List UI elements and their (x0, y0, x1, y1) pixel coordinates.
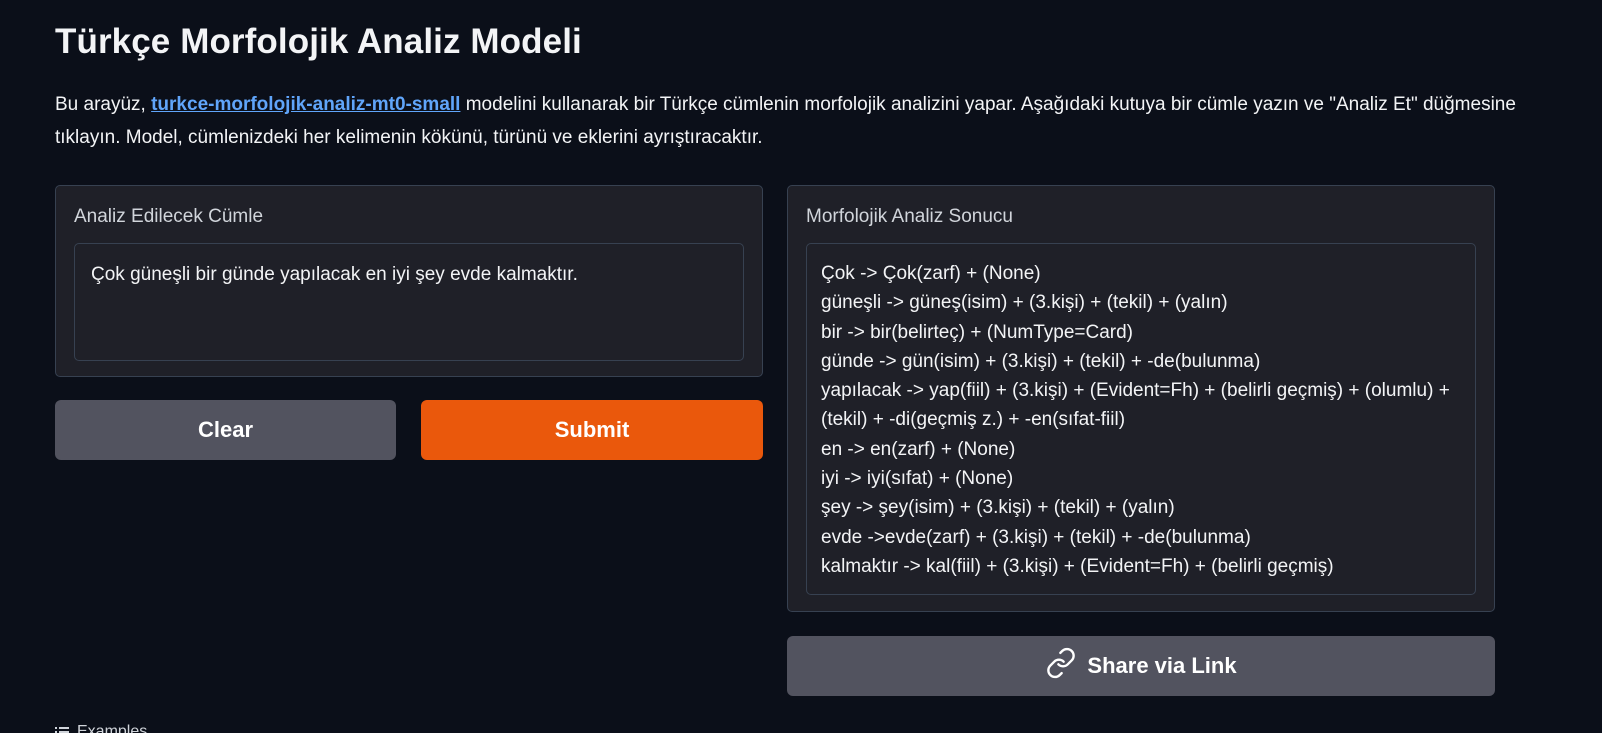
share-label: Share via Link (1087, 653, 1237, 678)
output-line: iyi -> iyi(sıfat) + (None) (821, 468, 1014, 490)
output-line: bir -> bir(belirteç) + (NumType=Card) (821, 321, 1134, 343)
share-via-link-button[interactable]: Share via Link (787, 636, 1495, 696)
output-line: evde ->evde(zarf) + (3.kişi) + (tekil) +… (821, 526, 1251, 548)
submit-button[interactable]: Submit (421, 400, 763, 460)
list-icon (55, 726, 69, 733)
app-page: Türkçe Morfolojik Analiz Modeli Bu arayü… (0, 0, 1602, 733)
page-title: Türkçe Morfolojik Analiz Modeli (55, 22, 582, 61)
sentence-input[interactable]: Çok güneşli bir günde yapılacak en iyi ş… (74, 243, 744, 361)
output-line: kalmaktır -> kal(fiil) + (3.kişi) + (Evi… (821, 555, 1334, 577)
output-line: şey -> şey(isim) + (3.kişi) + (tekil) + … (821, 497, 1175, 519)
model-link[interactable]: turkce-morfolojik-analiz-mt0-small (151, 94, 460, 115)
output-line: yapılacak -> yap(fiil) + (3.kişi) + (Evi… (821, 380, 1456, 431)
output-label: Morfolojik Analiz Sonucu (806, 206, 1013, 227)
examples-label: Examples (77, 723, 148, 733)
output-line: günde -> gün(isim) + (3.kişi) + (tekil) … (821, 350, 1261, 372)
analysis-output[interactable]: Çok -> Çok(zarf) + (None) güneşli -> gün… (806, 243, 1476, 595)
output-panel: Morfolojik Analiz Sonucu Çok -> Çok(zarf… (787, 185, 1495, 612)
output-line: güneşli -> güneş(isim) + (3.kişi) + (tek… (821, 292, 1228, 314)
output-line: Çok -> Çok(zarf) + (None) (821, 263, 1041, 284)
description: Bu arayüz, turkce-morfolojik-analiz-mt0-… (55, 88, 1535, 154)
input-label: Analiz Edilecek Cümle (74, 206, 264, 227)
description-prefix: Bu arayüz, (55, 94, 152, 115)
examples-section[interactable]: Examples (55, 723, 147, 733)
input-panel: Analiz Edilecek Cümle Çok güneşli bir gü… (55, 185, 763, 377)
output-line: en -> en(zarf) + (None) (821, 438, 1016, 460)
link-icon (1045, 647, 1087, 685)
clear-button[interactable]: Clear (55, 400, 396, 460)
